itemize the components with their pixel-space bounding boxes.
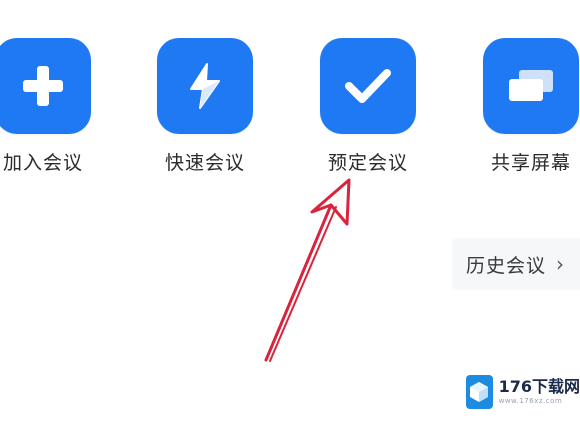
watermark-cube-icon <box>466 375 493 409</box>
watermark-title: 176下载网 <box>498 377 580 396</box>
watermark-subtitle: www.176xz.com <box>498 397 563 405</box>
site-watermark: 176下载网 www.176xz.com <box>466 370 580 414</box>
red-arrow-annotation <box>264 178 351 362</box>
